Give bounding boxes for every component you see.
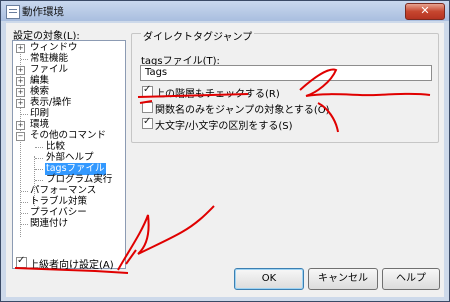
window-icon: [6, 5, 20, 19]
tree-guide-line: [35, 147, 43, 148]
expand-icon[interactable]: +: [16, 88, 25, 97]
settings-dialog: 動作環境 ✕ 設定の対象(L): + ウィンドウ 常駐機能 + ファイル + 編…: [0, 0, 450, 302]
tree-guide-line: [35, 169, 43, 170]
tree-guide-line: [21, 114, 28, 115]
check-upper-hierarchy[interactable]: ✓: [142, 84, 153, 97]
check-case-sensitive[interactable]: ✓: [142, 116, 153, 129]
checkmark-icon: ✓: [143, 116, 152, 127]
tree-item-label: その他のコマンド: [30, 130, 107, 141]
cancel-button[interactable]: キャンセル: [308, 268, 378, 290]
tree-item-label: 関連付け: [30, 218, 69, 229]
ok-button[interactable]: OK: [234, 268, 304, 290]
tree-guide-line: [21, 213, 28, 214]
check-case-sensitive-label[interactable]: 大文字/小文字の区別をする(S): [155, 117, 293, 132]
close-button[interactable]: ✕: [405, 3, 445, 20]
check-advanced[interactable]: ✓: [16, 255, 27, 268]
check-function-only-label[interactable]: 関数名のみをジャンプの対象とする(O): [155, 101, 330, 116]
tree-guide-line: [21, 59, 28, 60]
expand-icon[interactable]: +: [16, 44, 25, 53]
check-function-only[interactable]: [142, 102, 153, 113]
checkmark-icon: ✓: [143, 84, 152, 95]
collapse-icon[interactable]: −: [16, 132, 25, 141]
check-upper-hierarchy-label[interactable]: 上の階層もチェックする(R): [155, 85, 280, 100]
group-title: ダイレクトタグジャンプ: [141, 28, 255, 43]
title-bar[interactable]: 動作環境 ✕: [1, 1, 449, 21]
expand-icon[interactable]: +: [16, 77, 25, 86]
tree-guide-line: [21, 191, 28, 192]
tree-guide-line: [21, 224, 28, 225]
expand-icon[interactable]: +: [16, 99, 25, 108]
tree-guide-line: [20, 47, 21, 237]
settings-tree[interactable]: + ウィンドウ 常駐機能 + ファイル + 編集 + 検索 + 表示/操作 印刷…: [12, 40, 126, 269]
expand-icon[interactable]: +: [16, 121, 25, 130]
tree-guide-line: [35, 158, 43, 159]
expand-icon[interactable]: +: [16, 66, 25, 75]
tags-file-input[interactable]: Tags: [140, 65, 432, 81]
advanced-settings-label[interactable]: 上級者向け設定(A): [29, 256, 114, 271]
window-title: 動作環境: [22, 6, 64, 18]
help-button[interactable]: ヘルプ: [382, 268, 440, 290]
checkmark-icon: ✓: [17, 255, 26, 266]
tree-guide-line: [35, 180, 43, 181]
tree-guide-line: [21, 202, 28, 203]
dialog-body: 設定の対象(L): + ウィンドウ 常駐機能 + ファイル + 編集 + 検索 …: [6, 23, 444, 297]
